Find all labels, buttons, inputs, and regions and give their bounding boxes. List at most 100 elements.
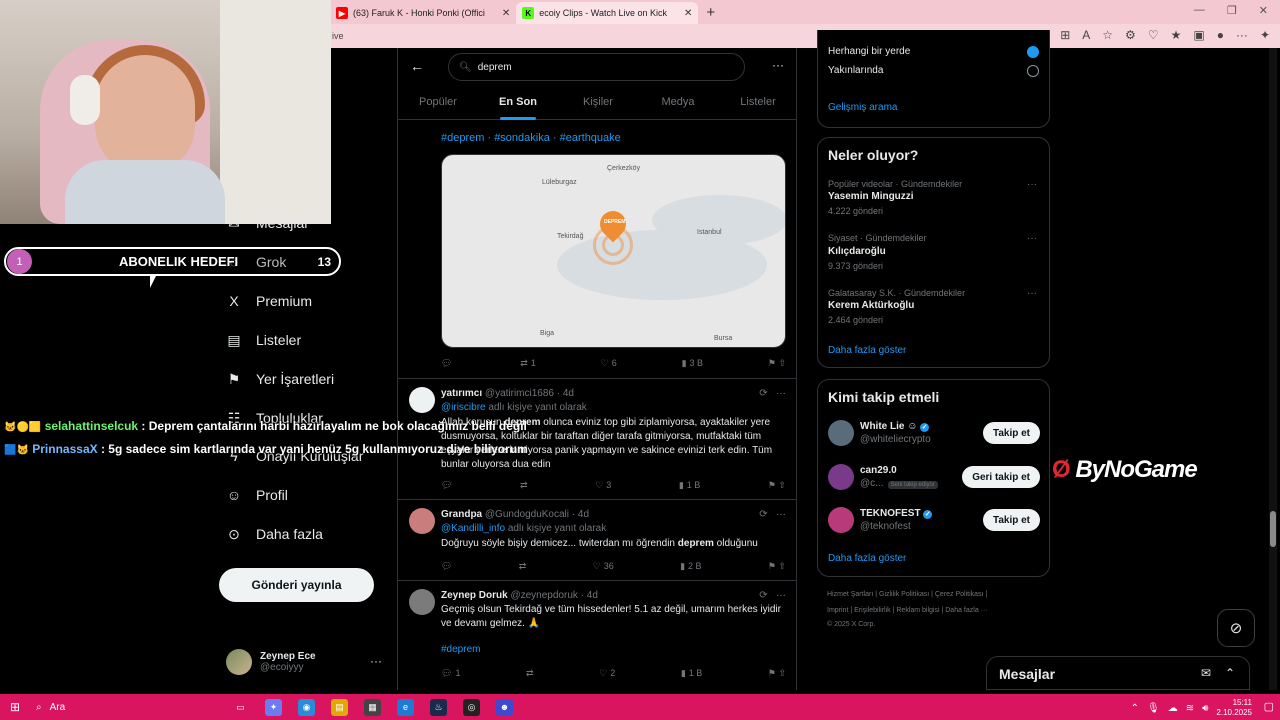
nav-item-premium[interactable]: X Premium bbox=[226, 293, 312, 309]
file-explorer-icon[interactable]: ▤ bbox=[331, 698, 348, 716]
show-more-link[interactable]: Daha fazla göster bbox=[828, 553, 906, 564]
expand-icon[interactable]: ⌃ bbox=[1225, 666, 1235, 680]
windows-start-icon[interactable]: ⊞ bbox=[0, 700, 30, 714]
radio-anywhere[interactable] bbox=[1027, 46, 1039, 58]
more-dots-icon[interactable]: ··· bbox=[772, 58, 784, 72]
reply-mention[interactable]: @Kandilli_info bbox=[441, 523, 505, 534]
tweet-author-name[interactable]: Grandpa bbox=[441, 509, 482, 520]
repost-icon[interactable]: ⇄ bbox=[526, 666, 534, 680]
close-tab-icon[interactable]: ✕ bbox=[684, 8, 692, 19]
like-icon[interactable]: ♡ 36 bbox=[593, 559, 614, 573]
like-icon[interactable]: ♡ 6 bbox=[601, 356, 617, 370]
reply-icon[interactable]: 💬︎ bbox=[441, 478, 452, 492]
messages-drawer[interactable]: Mesajlar ✉ ⌃ bbox=[986, 656, 1250, 690]
bookmark-icon[interactable]: ⚑ ⇧ bbox=[768, 356, 786, 370]
scrollbar[interactable] bbox=[1269, 48, 1277, 690]
follow-suggestion[interactable]: White Lie ☺ ✓ @whiteliecrypto Takip et bbox=[828, 418, 1040, 448]
bookmark-icon[interactable]: ⚑ ⇧ bbox=[768, 666, 786, 680]
profile-icon[interactable]: ● bbox=[1217, 28, 1224, 42]
post-hashtags[interactable]: #deprem · #sondakika · #earthquake bbox=[441, 132, 621, 144]
more-dots-icon[interactable]: ··· bbox=[1027, 179, 1037, 190]
advanced-search-link[interactable]: Gelişmiş arama bbox=[828, 102, 897, 113]
more-icon[interactable]: ··· bbox=[1236, 28, 1248, 42]
tab-latest[interactable]: En Son bbox=[478, 90, 558, 119]
follow-back-button[interactable]: Geri takip et bbox=[962, 466, 1040, 488]
collections-icon[interactable]: ▣ bbox=[1193, 28, 1204, 42]
tweet-author-handle[interactable]: @zeynepdoruk · 4d bbox=[510, 590, 597, 601]
nav-item-profile[interactable]: ☺ Profil bbox=[226, 487, 288, 503]
discord-icon[interactable]: ☻ bbox=[496, 698, 513, 716]
footer-links[interactable]: Hizmet Şartları | Gizlilik Politikası | … bbox=[827, 591, 987, 598]
tweet-menu[interactable]: ⟳ ··· bbox=[759, 388, 786, 399]
search-box[interactable]: 🔍︎ bbox=[448, 53, 745, 81]
close-tab-icon[interactable]: ✕ bbox=[502, 8, 510, 19]
follow-button[interactable]: Takip et bbox=[982, 422, 1040, 444]
tweet-hashtag[interactable]: #deprem bbox=[441, 643, 781, 657]
follow-button[interactable]: Takip et bbox=[982, 509, 1040, 531]
microphone-icon[interactable]: 🎙︎ bbox=[1147, 703, 1160, 714]
address-bar[interactable]: ive ⊞ A ☆ ⚙ ♡ ★ ▣ ● ··· ✦ bbox=[330, 24, 1280, 48]
minimize-icon[interactable]: — bbox=[1194, 4, 1205, 17]
steam-icon[interactable]: ♨ bbox=[430, 698, 447, 716]
account-switcher[interactable]: Zeynep Ece @ecoiyyy ··· bbox=[226, 645, 386, 679]
browser-tab-kick[interactable]: K ecoiy Clips - Watch Live on Kick ✕ bbox=[516, 2, 699, 24]
wifi-icon[interactable]: ≋ bbox=[1186, 703, 1194, 714]
back-arrow-icon[interactable]: ← bbox=[410, 58, 424, 74]
scrollbar-thumb[interactable] bbox=[1270, 511, 1276, 547]
extensions-icon[interactable]: ⚙ bbox=[1125, 28, 1136, 42]
like-icon[interactable]: ♡ 3 bbox=[595, 478, 611, 492]
cloud-icon[interactable]: ☁ bbox=[1168, 703, 1178, 714]
chevron-up-icon[interactable]: ⌃ bbox=[1131, 703, 1139, 714]
tab-people[interactable]: Kişiler bbox=[558, 90, 638, 119]
tweet-menu[interactable]: ⟳ ··· bbox=[759, 509, 786, 520]
views-icon[interactable]: ▮ 3 B bbox=[682, 356, 703, 370]
nav-item-messages[interactable]: ✉ Mesajlar bbox=[226, 215, 309, 232]
reply-mention[interactable]: @iriscibre bbox=[441, 402, 486, 413]
read-aloud-icon[interactable]: A bbox=[1082, 28, 1090, 42]
repost-icon[interactable]: ⇄ bbox=[520, 478, 528, 492]
volume-icon[interactable]: 🔊︎ bbox=[1202, 703, 1208, 714]
post-button[interactable]: Gönderi yayınla bbox=[219, 568, 374, 602]
reply-icon[interactable]: 💬︎ bbox=[441, 356, 455, 370]
show-more-link[interactable]: Daha fazla göster bbox=[828, 345, 906, 356]
copilot-icon[interactable]: ✦ bbox=[265, 698, 282, 716]
notification-icon[interactable]: ▢ bbox=[1264, 700, 1274, 713]
tweet-author-name[interactable]: yatırımcı bbox=[441, 388, 482, 399]
tab-popular[interactable]: Popüler bbox=[398, 90, 478, 119]
apps-icon[interactable]: ⊞ bbox=[1060, 28, 1070, 42]
copilot-icon[interactable]: ✦ bbox=[1260, 28, 1270, 42]
close-window-icon[interactable]: ✕ bbox=[1259, 4, 1268, 17]
search-input[interactable] bbox=[477, 61, 718, 73]
views-icon[interactable]: ▮ 1 B bbox=[681, 666, 702, 680]
new-tab-icon[interactable]: + bbox=[698, 4, 723, 21]
store-icon[interactable]: ▦ bbox=[364, 698, 381, 716]
edge-icon[interactable]: e bbox=[397, 698, 414, 716]
grok-button[interactable]: ⊘ bbox=[1217, 609, 1255, 647]
views-icon[interactable]: ▮ 2 B bbox=[680, 559, 701, 573]
chrome-icon[interactable]: ◉ bbox=[298, 698, 315, 716]
views-icon[interactable]: ▮ 1 B bbox=[679, 478, 700, 492]
taskbar-search[interactable]: ⌕ Ara bbox=[36, 696, 216, 718]
like-icon[interactable]: ♡ 2 bbox=[599, 666, 615, 680]
reply-icon[interactable]: 💬︎ bbox=[441, 559, 452, 573]
reply-icon[interactable]: 💬︎ 1 bbox=[441, 666, 460, 680]
repost-icon[interactable]: ⇄ bbox=[519, 559, 527, 573]
more-dots-icon[interactable]: ··· bbox=[370, 654, 382, 668]
tab-media[interactable]: Medya bbox=[638, 90, 718, 119]
repost-icon[interactable]: ⇄ 1 bbox=[520, 356, 536, 370]
browser-tab-youtube[interactable]: ▶ (63) Faruk K - Honki Ponki (Offici ✕ bbox=[330, 2, 516, 24]
footer-links[interactable]: Imprint | Erişilebilirlik | Reklam bilgi… bbox=[827, 607, 988, 614]
clock[interactable]: 15:11 2.10.2025 bbox=[1216, 698, 1252, 718]
restore-icon[interactable]: ❐ bbox=[1227, 4, 1237, 17]
browser-essentials-icon[interactable]: ♡ bbox=[1148, 28, 1159, 42]
more-dots-icon[interactable]: ··· bbox=[1027, 233, 1037, 244]
tweet-author-name[interactable]: Zeynep Doruk bbox=[441, 590, 508, 601]
tweet-author-handle[interactable]: @yatirimci1686 · 4d bbox=[485, 388, 574, 399]
bookmark-icon[interactable]: ⚑ ⇧ bbox=[768, 478, 786, 492]
more-dots-icon[interactable]: ··· bbox=[1027, 288, 1037, 299]
favorites-icon[interactable]: ★ bbox=[1171, 28, 1182, 42]
earthquake-map-image[interactable]: Lüleburgaz Çerkezköy Tekirdağ Istanbul B… bbox=[441, 154, 786, 348]
tab-lists[interactable]: Listeler bbox=[718, 90, 796, 119]
obs-icon[interactable]: ◎ bbox=[463, 698, 480, 716]
favorite-star-icon[interactable]: ☆ bbox=[1102, 28, 1113, 42]
